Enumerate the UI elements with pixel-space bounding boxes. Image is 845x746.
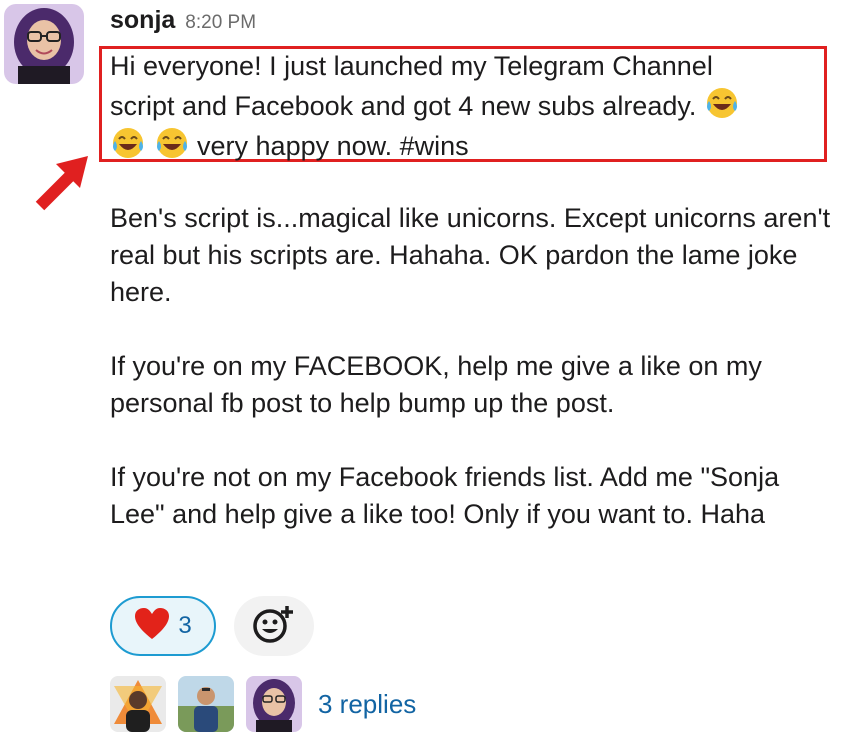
message-paragraph: If you're on my FACEBOOK, help me give a… [110, 351, 762, 418]
message-paragraph: If you're not on my Facebook friends lis… [110, 462, 780, 529]
paragraph-line-3: very happy now. #wins [197, 131, 469, 161]
author-name[interactable]: sonja [110, 6, 175, 35]
thread-summary[interactable]: 3 replies [110, 676, 416, 732]
highlighted-paragraph: Hi everyone! I just launched my Telegram… [110, 48, 830, 165]
paragraph-line-2: script and Facebook and got 4 new subs a… [110, 91, 697, 121]
annotation-arrow-icon [28, 148, 98, 218]
sonja-avatar[interactable] [4, 4, 84, 84]
heart-reaction-button[interactable]: 3 [110, 596, 216, 656]
face-with-tears-of-joy-icon [110, 125, 146, 161]
add-reaction-icon [252, 604, 296, 649]
reaction-count: 3 [178, 612, 192, 639]
replier-avatar[interactable] [246, 676, 302, 732]
paragraph-line-1: Hi everyone! I just launched my Telegram… [110, 51, 713, 81]
reactions-bar: 3 [110, 596, 314, 656]
chat-message: sonja 8:20 PM Hi everyone! I just launch… [0, 0, 845, 746]
heart-icon [134, 607, 170, 646]
face-with-tears-of-joy-icon [154, 125, 190, 161]
message-timestamp[interactable]: 8:20 PM [185, 12, 256, 34]
replier-avatar[interactable] [178, 676, 234, 732]
message-header: sonja 8:20 PM [110, 6, 256, 46]
face-with-tears-of-joy-icon [704, 85, 740, 121]
replier-avatar[interactable] [110, 676, 166, 732]
message-paragraph: Ben's script is...magical like unicorns.… [110, 203, 831, 307]
message-body: Ben's script is...magical like unicorns.… [110, 200, 840, 570]
replies-link[interactable]: 3 replies [318, 689, 416, 720]
add-reaction-button[interactable] [234, 596, 314, 656]
